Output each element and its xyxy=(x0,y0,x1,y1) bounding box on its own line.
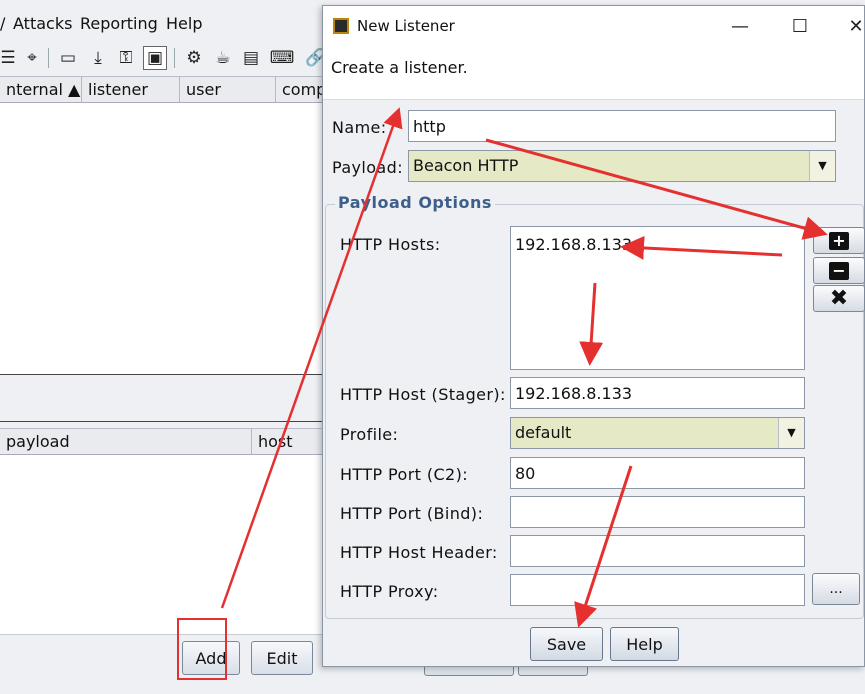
http-port-bind-label: HTTP Port (Bind): xyxy=(340,504,484,523)
toolbar: ☰ ⌖ ▭ ⤓ ⚿ ▣ ⚙ ☕ ▤ ⌨ 🔗 xyxy=(0,44,330,74)
menu-item-help[interactable]: Help xyxy=(166,14,202,33)
http-proxy-field[interactable] xyxy=(510,574,805,606)
listeners-table: payload host xyxy=(0,428,332,634)
clear-hosts-button[interactable]: ✖ xyxy=(813,285,865,312)
add-host-button[interactable]: + xyxy=(813,227,865,254)
help-button[interactable]: Help xyxy=(610,627,679,661)
split-divider[interactable] xyxy=(0,374,330,422)
payload-label: Payload: xyxy=(332,158,403,177)
sessions-table: nternal ▲ listener user comp xyxy=(0,76,336,374)
http-port-c2-label: HTTP Port (C2): xyxy=(340,465,469,484)
http-host-header-field[interactable] xyxy=(510,535,805,567)
menu-item-reporting[interactable]: Reporting xyxy=(80,14,158,33)
card-icon[interactable]: ▭ xyxy=(56,46,80,70)
new-listener-dialog: New Listener — ☐ ✕ Create a listener. Na… xyxy=(322,5,865,667)
toolbar-separator xyxy=(48,48,49,68)
http-port-c2-field[interactable] xyxy=(510,457,805,489)
http-host-stager-field[interactable] xyxy=(510,377,805,409)
http-port-bind-field[interactable] xyxy=(510,496,805,528)
payload-select[interactable]: Beacon HTTP ▼ xyxy=(408,150,836,182)
table-header: payload host xyxy=(0,429,332,455)
dialog-header: Create a listener. xyxy=(323,46,864,100)
minus-icon: − xyxy=(829,261,849,280)
payload-options-title: Payload Options xyxy=(335,193,495,212)
http-host-stager-label: HTTP Host (Stager): xyxy=(340,385,506,404)
menu-bar: / Attacks Reporting Help xyxy=(0,0,330,44)
minimize-icon[interactable]: — xyxy=(725,12,755,40)
menu-item-partial[interactable]: / xyxy=(0,14,5,33)
add-button-highlight xyxy=(177,618,227,680)
maximize-icon[interactable]: ☐ xyxy=(785,12,815,40)
close-icon[interactable]: ✕ xyxy=(841,12,865,40)
http-proxy-label: HTTP Proxy: xyxy=(340,582,439,601)
http-host-header-label: HTTP Host Header: xyxy=(340,543,498,562)
edit-button[interactable]: Edit xyxy=(251,641,313,675)
column-header-user[interactable]: user xyxy=(180,77,276,103)
menu-item-attacks[interactable]: Attacks xyxy=(13,14,72,33)
remove-host-button[interactable]: − xyxy=(813,257,865,284)
payload-select-value: Beacon HTTP xyxy=(413,156,519,175)
plus-icon: + xyxy=(829,231,849,250)
coffee-icon[interactable]: ☕ xyxy=(211,46,235,70)
list-icon[interactable]: ☰ xyxy=(0,46,20,70)
image-icon[interactable]: ▣ xyxy=(143,46,167,70)
download-icon[interactable]: ⤓ xyxy=(86,46,110,70)
document-icon[interactable]: ▤ xyxy=(239,46,263,70)
table-header: nternal ▲ listener user comp xyxy=(0,77,336,103)
gear-icon[interactable]: ⚙ xyxy=(182,46,206,70)
name-field[interactable] xyxy=(408,110,836,142)
column-header-listener[interactable]: listener xyxy=(82,77,180,103)
http-hosts-list[interactable]: 192.168.8.133 xyxy=(510,226,805,370)
save-button[interactable]: Save xyxy=(530,627,603,661)
close-icon: ✖ xyxy=(829,285,849,311)
profile-select-value: default xyxy=(515,423,572,442)
chevron-down-icon[interactable]: ▼ xyxy=(778,418,804,448)
profile-label: Profile: xyxy=(340,425,399,444)
proxy-settings-button[interactable]: ... xyxy=(812,573,860,605)
app-icon xyxy=(333,18,349,34)
http-hosts-label: HTTP Hosts: xyxy=(340,235,441,254)
name-label: Name: xyxy=(332,118,387,137)
dialog-description: Create a listener. xyxy=(331,58,468,77)
dialog-title-bar[interactable]: New Listener — ☐ ✕ xyxy=(323,6,864,46)
crosshair-icon[interactable]: ⌖ xyxy=(20,46,44,70)
profile-select[interactable]: default ▼ xyxy=(510,417,805,449)
toolbar-separator xyxy=(174,48,175,68)
column-header-payload[interactable]: payload xyxy=(0,429,252,455)
terminal-icon[interactable]: ⌨ xyxy=(270,46,295,70)
list-item[interactable]: 192.168.8.133 xyxy=(515,235,632,254)
column-header-internal[interactable]: nternal ▲ xyxy=(0,77,82,103)
key-icon[interactable]: ⚿ xyxy=(114,46,138,70)
dialog-title: New Listener xyxy=(357,17,455,35)
chevron-down-icon[interactable]: ▼ xyxy=(809,151,835,181)
column-header-host[interactable]: host xyxy=(252,429,332,455)
